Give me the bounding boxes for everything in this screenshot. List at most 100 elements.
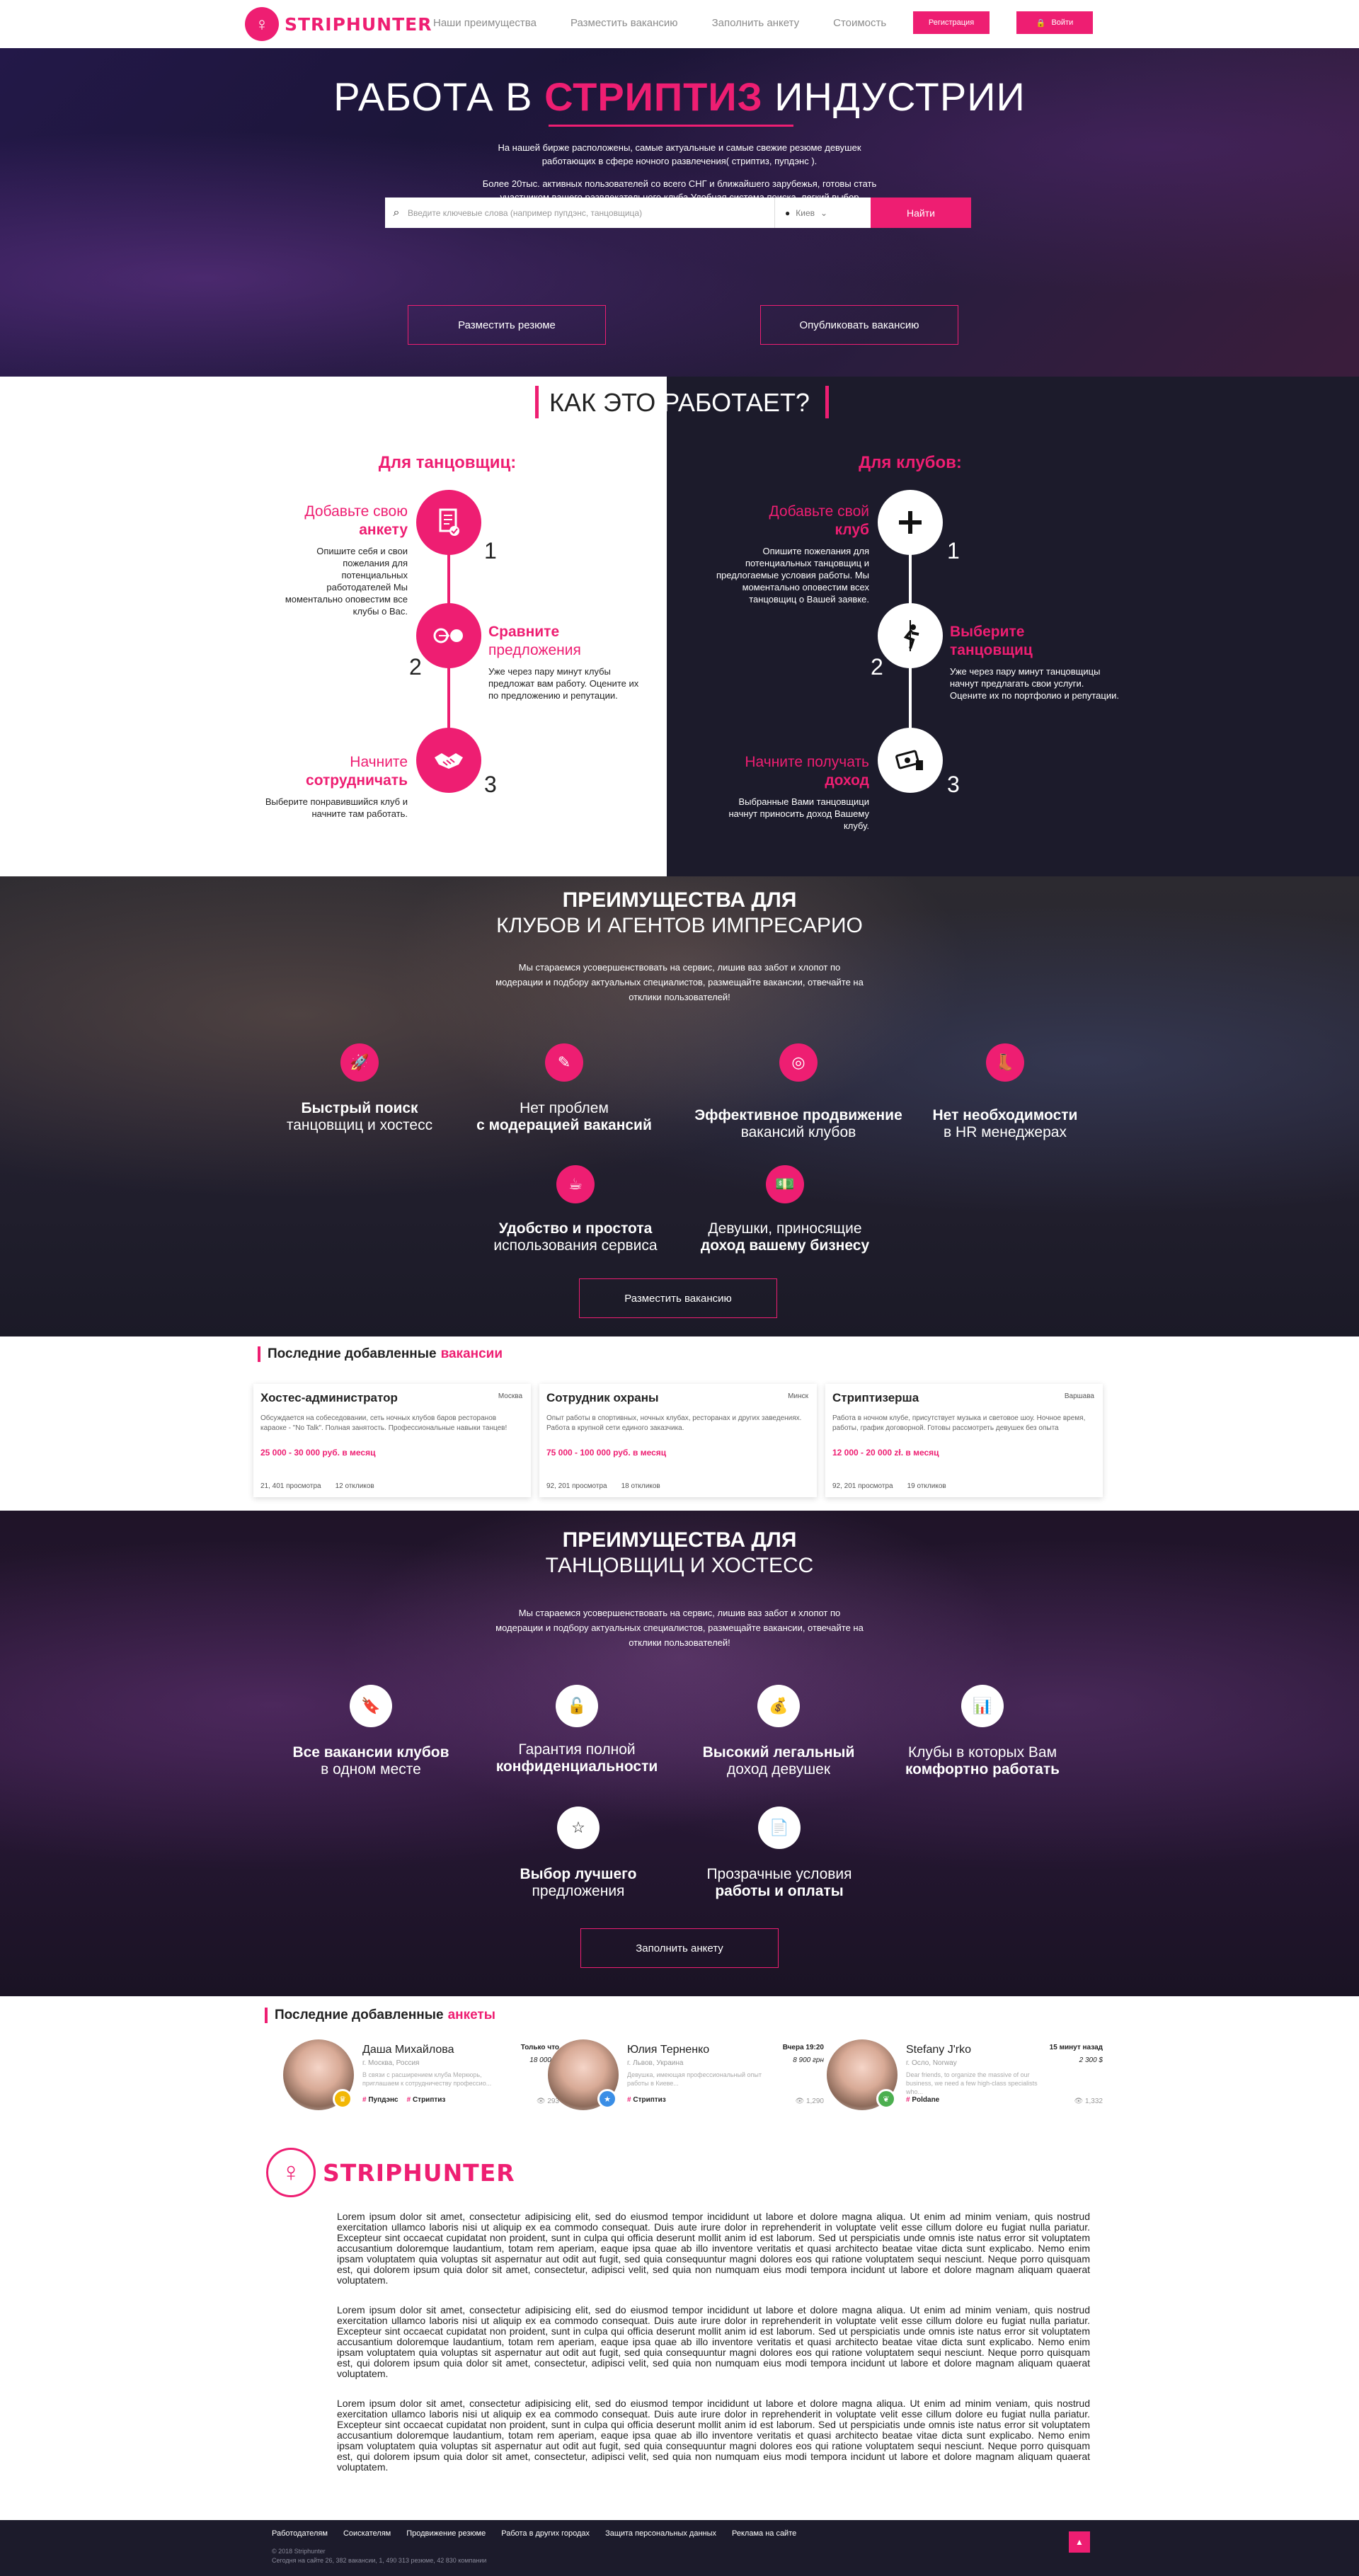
about-paragraph-3: Lorem ipsum dolor sit amet, consectetur … [337,2398,1090,2473]
tag[interactable]: # Пупдэнс [362,2096,398,2104]
adv-girls-feature-5: Выбор лучшего предложения [520,1866,637,1899]
post-resume-button[interactable]: Разместить резюме [408,305,606,345]
publish-vacancy-button[interactable]: Опубликовать вакансию [760,305,958,345]
adv-clubs-feature-1: Быстрый поиск танцовщиц и хостесс [286,1100,433,1133]
vacancy-city: Москва [498,1392,522,1400]
scroll-top-button[interactable]: ▲ [1069,2531,1090,2553]
advantages-clubs-section: ПРЕИМУЩЕСТВА ДЛЯ КЛУБОВ И АГЕНТОВ ИМПРЕС… [0,876,1359,1336]
replies-count: 12 откликов [335,1482,374,1490]
nav-post-vacancy[interactable]: Разместить вакансию [570,17,678,29]
clubs-step-2-desc: Уже через пару минут танцовщицы начнут п… [950,666,1119,701]
tag[interactable]: # Poldane [906,2096,939,2104]
how-title: КАК ЭТО РАБОТАЕТ? [0,388,1359,418]
vacancy-title: Хостес-администратор [260,1391,398,1404]
footer-link-cities[interactable]: Работа в других городах [501,2529,590,2538]
profile-name: Stefany J'rko [906,2044,971,2056]
chart-icon: 📊 [961,1685,1004,1727]
hero-section: РАБОТА В СТРИПТИЗ ИНДУСТРИИ На нашей бир… [0,48,1359,377]
vacancies-heading: Последние добавленные вакансии [258,1346,503,1362]
profile-card[interactable]: ★ Юлия Терненко Вчера 19:20 г. Львов, Ук… [548,2039,824,2110]
vacancy-city: Минск [788,1392,808,1400]
adv-girls-feature-3: Высокий легальный доход девушек [702,1744,855,1778]
cash-icon [878,728,943,793]
footer-link-privacy[interactable]: Защита персональных данных [605,2529,716,2538]
profile-card[interactable]: ♛ Даша Михайлова Только что г. Москва, Р… [283,2039,559,2110]
profile-desc: Девушка, имеющая профессиональный опыт р… [627,2071,762,2087]
nav-advantages[interactable]: Наши преимущества [433,17,537,29]
footer-link-employers[interactable]: Работодателям [272,2529,328,2538]
vacancy-meta: 92, 201 просмотра 18 откликов [546,1482,660,1490]
vacancy-card[interactable]: Хостес-администратор Москва Обсуждается … [253,1384,531,1497]
profile-views: 👁 1,290 [795,2097,824,2105]
footer-links: Работодателям Соискателям Продвижение ре… [272,2529,796,2538]
profile-name: Даша Михайлова [362,2044,454,2056]
post-vacancy-button[interactable]: Разместить вакансию [579,1278,777,1318]
clubs-step-3-title: Начните получать доход [745,754,869,789]
dancers-heading: Для танцовщиц: [378,453,517,472]
city-select[interactable]: ● Киев ⌄ [774,198,871,228]
compare-icon [416,603,481,668]
dancers-step-1-num: 1 [484,538,497,563]
hero-title-accent: СТРИПТИЗ [544,74,763,119]
clubs-step-3-desc: Выбранные Вами танцовщици начнут приноси… [728,796,870,831]
clubs-step-1-desc: Опишите пожелания для потенциальных танц… [716,546,869,605]
views-count: 92, 201 просмотра [832,1482,893,1490]
views-count: 92, 201 просмотра [546,1482,607,1490]
site-header: ♀ STRIPHUNTER Наши преимущества Размести… [0,0,1359,48]
dancers-step-2-num: 2 [409,654,422,680]
about-paragraph-1: Lorem ipsum dolor sit amet, consectetur … [337,2211,1090,2286]
vacancy-city: Варшава [1064,1392,1094,1400]
profile-card[interactable]: ❦ Stefany J'rko 15 минут назад г. Осло, … [827,2039,1103,2110]
adv-clubs-feature-4: Нет необходимости в HR менеджерах [932,1107,1078,1140]
profile-city: г. Осло, Norway [906,2059,957,2067]
profile-city: г. Львов, Украина [627,2059,684,2067]
advantages-dancers-section: ПРЕИМУЩЕСТВА ДЛЯ ТАНЦОВЩИЦ И ХОСТЕСС Мы … [0,1511,1359,1996]
footer-copyright: © 2018 Striphunter Сегодня на сайте 26, … [272,2547,486,2565]
rocket-icon: 🚀 [340,1043,379,1082]
main-nav: Наши преимущества Разместить вакансию За… [433,17,920,29]
vacancy-card[interactable]: Сотрудник охраны Минск Опыт работы в спо… [539,1384,817,1497]
login-button[interactable]: 🔒 Войти [1016,11,1093,34]
location-pin-icon: ● [785,207,791,218]
bookmark-icon: 🔖 [350,1685,392,1727]
lock-icon: 🔒 [1036,18,1046,28]
dancers-step-2-title: Сравните предложения [488,624,581,658]
tag[interactable]: # Стриптиз [407,2096,446,2104]
clubs-step-2-num: 2 [871,654,883,680]
clubs-heading: Для клубов: [859,453,962,472]
hero-text-1: На нашей бирже расположены, самые актуал… [498,142,861,166]
profile-tags: # Poldane [906,2096,939,2104]
handshake-icon [416,728,481,793]
nav-pricing[interactable]: Стоимость [833,17,886,29]
nav-fill-profile[interactable]: Заполнить анкету [712,17,800,29]
about-paragraph-2: Lorem ipsum dolor sit amet, consectetur … [337,2304,1090,2379]
footer-link-seekers[interactable]: Соискателям [343,2529,391,2538]
vacancy-salary: 75 000 - 100 000 руб. в месяц [546,1448,667,1458]
adv-girls-feature-2: Гарантия полной конфиденциальности [495,1741,658,1775]
vacancy-desc: Работа в ночном клубе, присутствует музы… [832,1414,1086,1432]
footer-link-ads[interactable]: Реклама на сайте [732,2529,796,2538]
footer-link-promo[interactable]: Продвижение резюме [406,2529,486,2538]
cup-icon: ☕ [556,1165,595,1203]
search-button[interactable]: Найти [871,198,971,228]
profile-city: г. Москва, Россия [362,2059,420,2067]
search-input[interactable]: Введите ключевые слова (например пупдэнс… [408,208,774,218]
vacancy-salary: 12 000 - 20 000 zł. в месяц [832,1448,939,1458]
profile-time: Вчера 19:20 [782,2044,824,2051]
adv-girls-feature-6: Прозрачные условия работы и оплаты [706,1866,852,1899]
star-icon: ★ [597,2089,617,2109]
dancers-step-1-desc: Опишите себя и свои пожелания для потенц… [285,546,408,617]
document-icon: 📄 [758,1807,801,1849]
logo[interactable]: ♀ STRIPHUNTER [245,7,432,41]
tag[interactable]: # Стриптиз [627,2096,666,2104]
vacancy-salary: 25 000 - 30 000 руб. в месяц [260,1448,376,1458]
vacancy-card[interactable]: Стриптизерша Варшава Работа в ночном клу… [825,1384,1103,1497]
search-icon: ⌕ [393,206,400,219]
chevron-down-icon: ⌄ [820,207,828,218]
fill-profile-button[interactable]: Заполнить анкету [580,1928,779,1968]
profile-name: Юлия Терненко [627,2044,710,2056]
adv-girls-feature-4: Клубы в которых Вам комфортно работать [905,1744,1060,1778]
pencil-icon: ✎ [545,1043,583,1082]
adv-girls-feature-1: Все вакансии клубов в одном месте [292,1744,449,1778]
register-button[interactable]: Регистрация [913,11,990,34]
